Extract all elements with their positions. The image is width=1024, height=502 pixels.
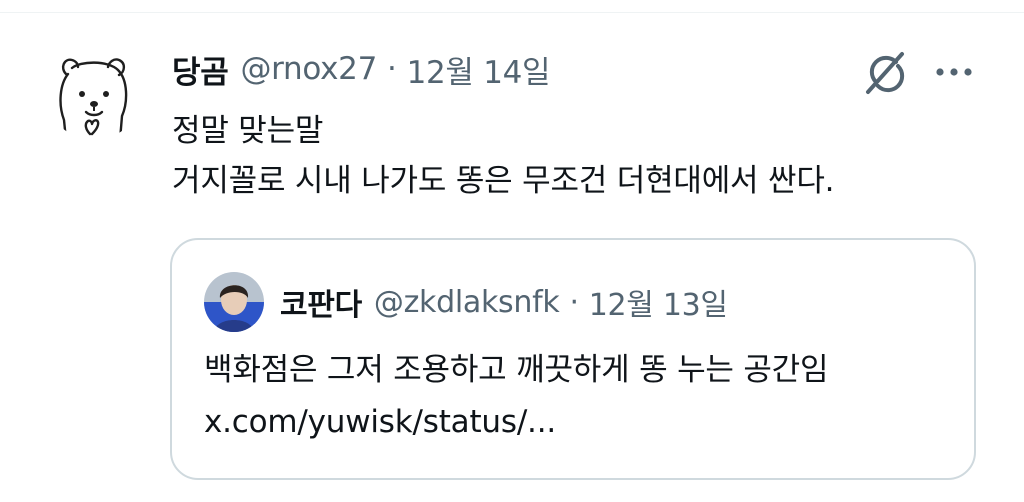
grok-button[interactable] (856, 44, 912, 100)
person-photo-icon (204, 272, 264, 332)
polar-bear-icon (46, 44, 142, 140)
more-options-button[interactable] (930, 48, 978, 96)
post-date[interactable]: 12월 14일 (407, 47, 551, 92)
quote-header: 코판다 @zkdlaksnfk · 12월 13일 (280, 276, 728, 328)
post-text-line-2: 거지꼴로 시내 나가도 똥은 무조건 더현대에서 싼다. (172, 163, 835, 199)
author-avatar[interactable] (46, 44, 142, 140)
quoted-post-card[interactable]: 코판다 @zkdlaksnfk · 12월 13일 백화점은 그저 조용하고 깨… (170, 238, 976, 480)
more-dots-icon (936, 68, 972, 76)
quote-header-separator: · (569, 284, 579, 320)
quote-author-name: 코판다 (280, 288, 362, 323)
author-name[interactable]: 당곰 (172, 47, 229, 92)
quote-link[interactable]: x.com/yuwisk/status/... (204, 396, 944, 448)
top-divider (0, 12, 1024, 13)
post-text-line-1: 정말 맞는말 (172, 113, 324, 149)
post-text: 정말 맞는말 거지꼴로 시내 나가도 똥은 무조건 더현대에서 싼다. (172, 106, 992, 206)
post-header: 당곰 @rnox27 · 12월 14일 (172, 44, 551, 94)
quote-date: 12월 13일 (588, 288, 728, 323)
quote-text-line: 백화점은 그저 조용하고 깨끗하게 똥 누는 공간임 (204, 352, 829, 388)
header-separator: · (387, 51, 397, 87)
quote-text: 백화점은 그저 조용하고 깨끗하게 똥 누는 공간임 x.com/yuwisk/… (204, 344, 944, 448)
author-handle[interactable]: @rnox27 (240, 51, 377, 87)
quote-author-avatar (204, 272, 264, 332)
quote-author-handle: @zkdlaksnfk (373, 284, 560, 320)
grok-icon (866, 52, 905, 94)
